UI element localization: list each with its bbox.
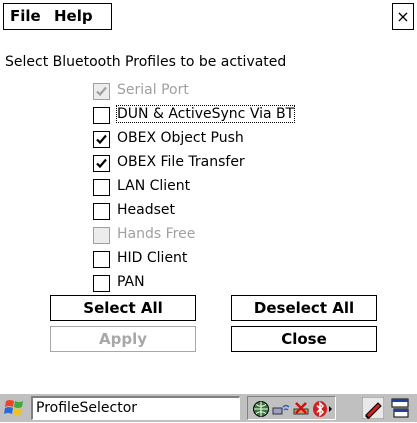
- label-headset: Headset: [117, 202, 176, 218]
- desktop-icon[interactable]: [389, 397, 411, 419]
- instruction-text: Select Bluetooth Profiles to be activate…: [5, 54, 287, 70]
- checkmark-icon: [96, 86, 107, 97]
- checkbox-hid-client[interactable]: [93, 251, 110, 268]
- label-hands-free: Hands Free: [117, 226, 196, 242]
- menu-group: File Help: [3, 3, 112, 30]
- checkbox-obex-object-push[interactable]: [93, 131, 110, 148]
- pen-tool-icon[interactable]: [362, 397, 384, 419]
- label-serial-port: Serial Port: [117, 82, 189, 98]
- menu-help[interactable]: Help: [54, 7, 93, 25]
- close-window-button[interactable]: ×: [392, 3, 414, 30]
- wireless-icon[interactable]: [272, 400, 290, 418]
- label-lan-client: LAN Client: [117, 178, 191, 194]
- apply-button[interactable]: Apply: [50, 326, 196, 352]
- menu-bar: File Help ×: [0, 0, 417, 36]
- deselect-all-button[interactable]: Deselect All: [231, 295, 377, 321]
- menu-file[interactable]: File: [10, 7, 41, 25]
- checkbox-dun-activesync[interactable]: [93, 107, 110, 124]
- checkbox-serial-port[interactable]: [93, 83, 110, 100]
- windows-flag-icon[interactable]: [3, 397, 27, 419]
- checkbox-hands-free[interactable]: [93, 227, 110, 244]
- checkbox-lan-client[interactable]: [93, 179, 110, 196]
- close-button[interactable]: Close: [231, 326, 377, 352]
- system-tray: [247, 396, 336, 420]
- label-pan: PAN: [117, 274, 145, 290]
- task-button-profileselector[interactable]: ProfileSelector: [31, 396, 240, 420]
- network-icon[interactable]: [252, 400, 270, 418]
- label-obex-file-transfer: OBEX File Transfer: [117, 154, 245, 170]
- checkmark-icon: [96, 134, 107, 145]
- bluetooth-icon[interactable]: [312, 400, 334, 418]
- label-obex-object-push: OBEX Object Push: [117, 130, 244, 146]
- checkbox-headset[interactable]: [93, 203, 110, 220]
- select-all-button[interactable]: Select All: [50, 295, 196, 321]
- label-hid-client: HID Client: [117, 250, 188, 266]
- task-button-label: ProfileSelector: [36, 400, 138, 416]
- label-dun-activesync: DUN & ActiveSync Via BT: [115, 105, 296, 123]
- checkbox-obex-file-transfer[interactable]: [93, 155, 110, 172]
- checkbox-pan[interactable]: [93, 275, 110, 292]
- taskbar: ProfileSelector: [0, 393, 417, 422]
- connection-error-icon[interactable]: [292, 400, 310, 418]
- checkmark-icon: [96, 158, 107, 169]
